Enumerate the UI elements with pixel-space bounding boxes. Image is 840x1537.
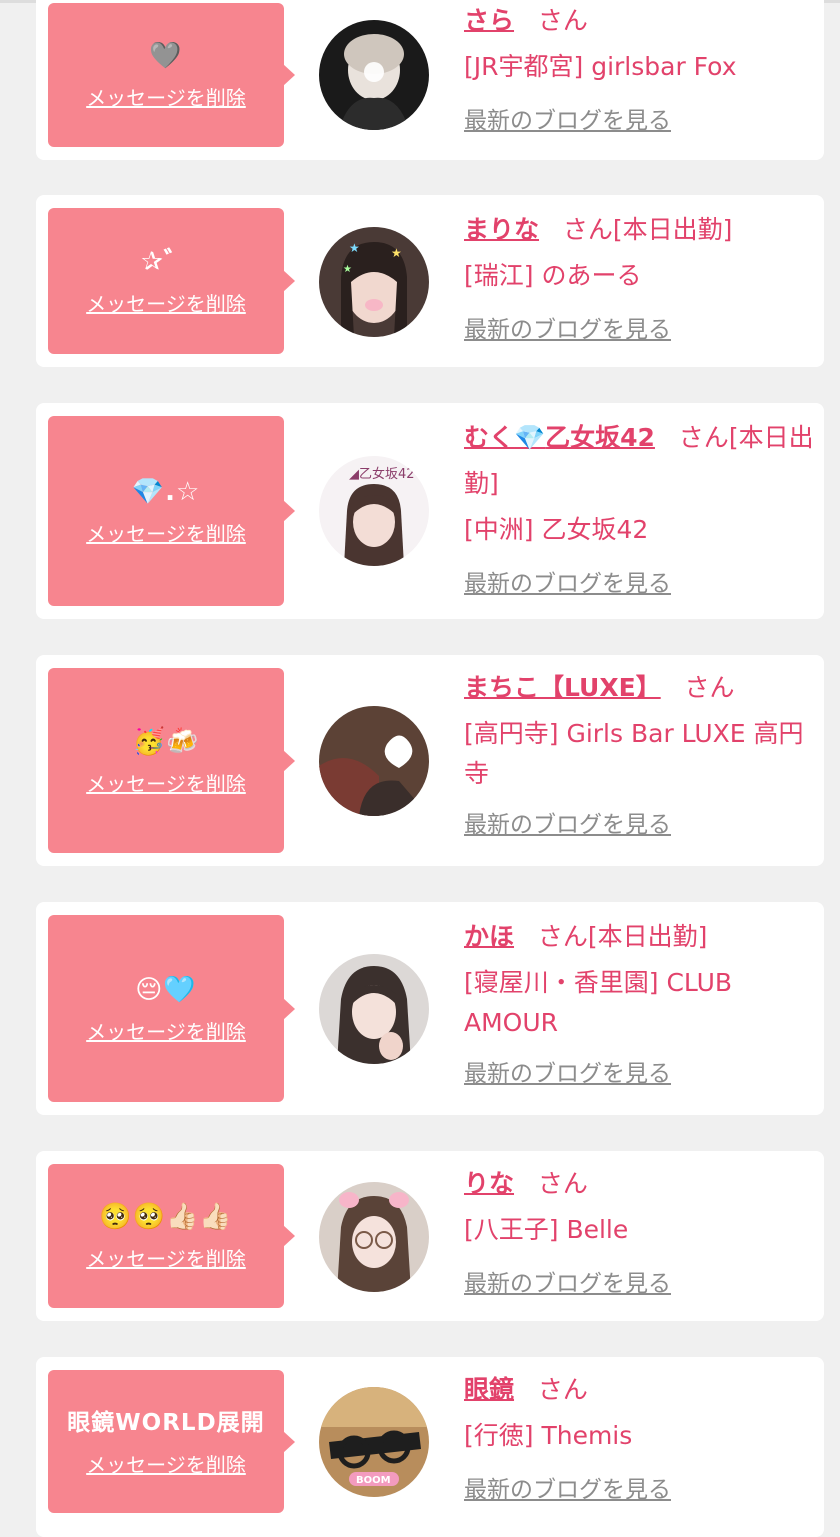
- message-bubble: 💎.☆ メッセージを削除: [48, 416, 295, 606]
- shop-info: [中洲] 乙女坂42: [464, 515, 649, 544]
- girl-info: りな さん [八王子] Belle 最新のブログを見る: [464, 1161, 814, 1307]
- latest-blog-link[interactable]: 最新のブログを見る: [464, 98, 671, 144]
- svg-text:BOOM: BOOM: [356, 1475, 391, 1486]
- girl-name-link[interactable]: かほ: [464, 922, 514, 951]
- girl-name-link[interactable]: 眼鏡: [464, 1375, 514, 1404]
- girl-info: むく💎乙女坂42 さん[本日出勤] [中洲] 乙女坂42 最新のブログを見る: [464, 415, 814, 607]
- honorific: さん: [537, 6, 588, 35]
- honorific: さん: [678, 423, 729, 452]
- latest-blog-link[interactable]: 最新のブログを見る: [464, 561, 671, 607]
- shop-info: [JR宇都宮] girlsbar Fox: [464, 52, 737, 81]
- svg-text:★: ★: [343, 264, 352, 275]
- shop-info: [寝屋川・香里園] CLUB AMOUR: [464, 968, 733, 1037]
- message-bubble: 🥺🥺👍🏻👍🏻 メッセージを削除: [48, 1164, 295, 1308]
- delete-message-link[interactable]: メッセージを削除: [86, 1019, 246, 1045]
- girl-info: まちこ【LUXE】 さん [高円寺] Girls Bar LUXE 高円寺 最新…: [464, 665, 814, 848]
- avatar[interactable]: [319, 706, 429, 816]
- latest-blog-link[interactable]: 最新のブログを見る: [464, 1261, 671, 1307]
- message-card: 🥳🍻 メッセージを削除 まちこ【LUXE】 さん [高円寺] Girls Bar…: [36, 655, 824, 866]
- girl-name-link[interactable]: まりな: [464, 215, 539, 244]
- shop-info: [行徳] Themis: [464, 1421, 633, 1450]
- status-badge: [本日出勤]: [612, 215, 733, 244]
- girl-name-link[interactable]: りな: [464, 1169, 514, 1198]
- girl-info: さら さん [JR宇都宮] girlsbar Fox 最新のブログを見る: [464, 0, 814, 144]
- message-bubble: 😔🩵 メッセージを削除: [48, 915, 295, 1102]
- svg-text:★: ★: [391, 246, 402, 260]
- honorific: さん: [537, 1169, 588, 1198]
- avatar[interactable]: [319, 954, 429, 1064]
- message-list: 🩶 メッセージを削除 さら さん [JR宇都宮] girlsbar Fox 最新…: [0, 0, 840, 1537]
- latest-blog-link[interactable]: 最新のブログを見る: [464, 307, 671, 353]
- avatar[interactable]: ★ ★ ★: [319, 227, 429, 337]
- delete-message-link[interactable]: メッセージを削除: [86, 1246, 246, 1272]
- message-bubble: 🥳🍻 メッセージを削除: [48, 668, 295, 853]
- girl-name-suffix: 乙女坂42: [545, 423, 655, 452]
- message-card: 眼鏡WORLD展開 メッセージを削除 BOOM 眼鏡 さん [行徳] Themi…: [36, 1357, 824, 1537]
- latest-blog-link[interactable]: 最新のブログを見る: [464, 1051, 671, 1097]
- girl-info: 眼鏡 さん [行徳] Themis 最新のブログを見る: [464, 1367, 814, 1513]
- avatar[interactable]: ◢乙女坂42: [319, 456, 429, 566]
- message-card: 😔🩵 メッセージを削除 かほ さん[本日出勤] [寝屋川・香里園] CLUB A…: [36, 902, 824, 1115]
- message-text: 🥳🍻: [132, 726, 200, 757]
- message-text: 🥺🥺👍🏻👍🏻: [99, 1202, 233, 1232]
- message-text: ✰゛: [141, 247, 191, 277]
- message-text: 😔🩵: [135, 974, 197, 1005]
- honorific: さん: [684, 673, 735, 702]
- svg-text:★: ★: [349, 241, 360, 255]
- latest-blog-link[interactable]: 最新のブログを見る: [464, 1467, 671, 1513]
- gem-icon: 💎: [514, 423, 546, 452]
- message-card: 🥺🥺👍🏻👍🏻 メッセージを削除 りな さん [八王子] Belle 最新のブログ…: [36, 1151, 824, 1321]
- message-card: ✰゛ メッセージを削除 ★ ★ ★ まりな さん[本日出勤] [瑞江] のあーる…: [36, 195, 824, 367]
- delete-message-link[interactable]: メッセージを削除: [86, 521, 246, 547]
- message-bubble: 眼鏡WORLD展開 メッセージを削除: [48, 1370, 295, 1513]
- girl-name-prefix: むく: [464, 423, 515, 452]
- status-badge: [本日出勤]: [587, 922, 708, 951]
- delete-message-link[interactable]: メッセージを削除: [86, 291, 246, 317]
- message-card: 🩶 メッセージを削除 さら さん [JR宇都宮] girlsbar Fox 最新…: [36, 0, 824, 160]
- avatar[interactable]: [319, 1182, 429, 1292]
- honorific: さん: [537, 922, 588, 951]
- delete-message-link[interactable]: メッセージを削除: [86, 85, 246, 111]
- girl-info: まりな さん[本日出勤] [瑞江] のあーる 最新のブログを見る: [464, 207, 814, 353]
- delete-message-link[interactable]: メッセージを削除: [86, 1452, 246, 1478]
- girl-name-link[interactable]: むく💎乙女坂42: [464, 423, 655, 452]
- message-card: 💎.☆ メッセージを削除 ◢乙女坂42 むく💎乙女坂42 さん[本日出勤] [中…: [36, 403, 824, 619]
- message-bubble: 🩶 メッセージを削除: [48, 3, 295, 147]
- svg-text:◢乙女坂42: ◢乙女坂42: [349, 466, 415, 482]
- shop-info: [八王子] Belle: [464, 1215, 629, 1244]
- girl-name-link[interactable]: さら: [464, 6, 514, 35]
- delete-message-link[interactable]: メッセージを削除: [86, 771, 246, 797]
- message-text: 💎.☆: [131, 477, 201, 507]
- message-text: 🩶: [149, 41, 183, 71]
- shop-info: [瑞江] のあーる: [464, 261, 642, 290]
- honorific: さん: [562, 215, 613, 244]
- girl-info: かほ さん[本日出勤] [寝屋川・香里園] CLUB AMOUR 最新のブログを…: [464, 914, 814, 1097]
- honorific: さん: [537, 1375, 588, 1404]
- latest-blog-link[interactable]: 最新のブログを見る: [464, 802, 671, 848]
- shop-info: [高円寺] Girls Bar LUXE 高円寺: [464, 719, 804, 788]
- message-text: 眼鏡WORLD展開: [67, 1409, 265, 1436]
- avatar[interactable]: BOOM: [319, 1387, 429, 1497]
- message-bubble: ✰゛ メッセージを削除: [48, 208, 295, 354]
- girl-name-link[interactable]: まちこ【LUXE】: [464, 673, 661, 702]
- avatar[interactable]: [319, 20, 429, 130]
